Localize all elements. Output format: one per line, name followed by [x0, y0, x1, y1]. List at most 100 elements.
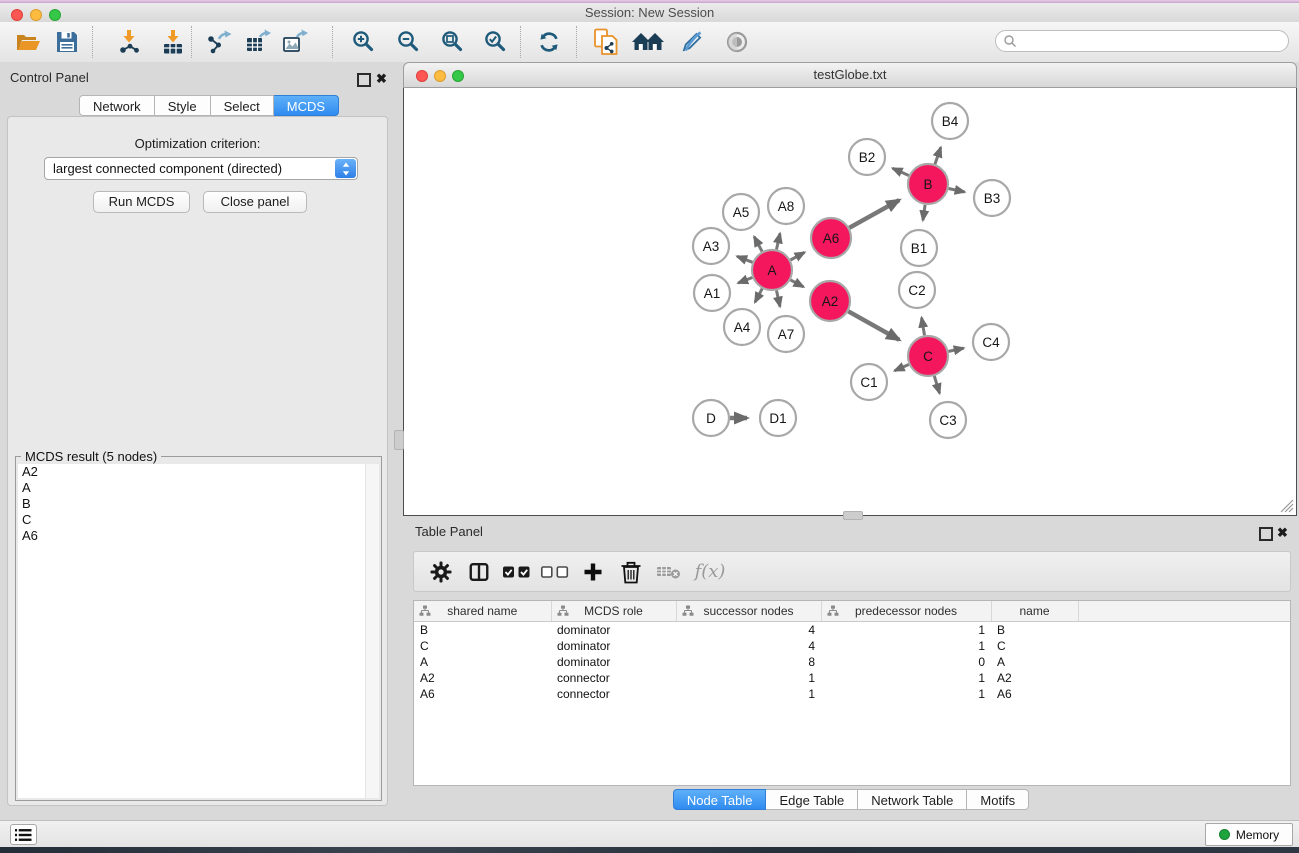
split-divider-handle-horizontal[interactable]: [843, 511, 863, 520]
graph-node-A5[interactable]: A5: [723, 194, 759, 230]
graph-edge-B-B2[interactable]: [893, 168, 909, 175]
criterion-select[interactable]: largest connected component (directed): [44, 157, 358, 180]
graph-node-A[interactable]: A: [752, 250, 792, 290]
task-history-button[interactable]: [10, 824, 37, 845]
graph-edge-A-A5[interactable]: [754, 237, 762, 252]
graph-node-B2[interactable]: B2: [849, 139, 885, 175]
graph-node-A2[interactable]: A2: [810, 281, 850, 321]
graph-node-B3[interactable]: B3: [974, 180, 1010, 216]
hide-labels-icon[interactable]: [674, 24, 710, 60]
search-input[interactable]: [1017, 34, 1288, 48]
graph-node-D[interactable]: D: [693, 400, 729, 436]
close-panel-button[interactable]: Close panel: [203, 191, 307, 213]
open-folder-icon[interactable]: [10, 24, 46, 60]
graph-node-B[interactable]: B: [908, 164, 948, 204]
graph-edge-C-C4[interactable]: [949, 348, 964, 351]
graph-node-C3[interactable]: C3: [930, 402, 966, 438]
export-network-icon[interactable]: [201, 24, 237, 60]
graph-node-C2[interactable]: C2: [899, 272, 935, 308]
graph-node-B1[interactable]: B1: [901, 230, 937, 266]
graph-node-B4[interactable]: B4: [932, 103, 968, 139]
table-panel-float-icon[interactable]: [1259, 527, 1273, 541]
column-header-mcds-role[interactable]: MCDS role: [551, 601, 676, 621]
deselect-all-rows-icon[interactable]: [536, 557, 574, 587]
export-table-icon[interactable]: [240, 24, 276, 60]
column-header-successor-nodes[interactable]: successor nodes: [676, 601, 821, 621]
graph-edge-A-A3[interactable]: [737, 256, 752, 262]
graph-edge-A6-B[interactable]: [849, 200, 899, 228]
apply-layout-refresh-icon[interactable]: [531, 24, 567, 60]
mcds-result-list[interactable]: A2ABCA6: [18, 464, 379, 798]
table-row[interactable]: Adominator80A: [414, 654, 1290, 670]
zoom-traffic-light[interactable]: [49, 9, 61, 21]
graph-edge-A-A7[interactable]: [777, 291, 781, 307]
graph-node-A4[interactable]: A4: [724, 309, 760, 345]
graph-edge-A-A2[interactable]: [791, 280, 804, 287]
node-table[interactable]: shared name MCDS role successor nodes pr…: [413, 600, 1291, 786]
control-panel-close-icon[interactable]: ✖: [376, 72, 387, 86]
column-header-predecessor-nodes[interactable]: predecessor nodes: [821, 601, 991, 621]
graph-edge-C-C1[interactable]: [895, 365, 909, 371]
graph-node-A7[interactable]: A7: [768, 316, 804, 352]
close-traffic-light[interactable]: [11, 9, 23, 21]
home-icon[interactable]: [630, 24, 666, 60]
graph-edge-A-A1[interactable]: [738, 278, 752, 284]
table-row[interactable]: A2connector11A2: [414, 670, 1290, 686]
zoom-out-icon[interactable]: [391, 24, 427, 60]
save-icon[interactable]: [49, 24, 85, 60]
show-graphics-details-eye-icon[interactable]: [719, 24, 755, 60]
result-list-item[interactable]: B: [18, 496, 379, 512]
show-column-icon[interactable]: [460, 557, 498, 587]
table-row[interactable]: A6connector11A6: [414, 686, 1290, 702]
tab-node-table[interactable]: Node Table: [673, 789, 767, 810]
column-header-shared-name[interactable]: shared name: [414, 601, 551, 621]
memory-button[interactable]: Memory: [1205, 823, 1293, 846]
zoom-in-icon[interactable]: [346, 24, 382, 60]
select-all-rows-icon[interactable]: [498, 557, 536, 587]
network-close-traffic-light[interactable]: [416, 70, 428, 82]
import-table-icon[interactable]: [155, 24, 191, 60]
network-zoom-traffic-light[interactable]: [452, 70, 464, 82]
graph-node-A6[interactable]: A6: [811, 218, 851, 258]
tab-select[interactable]: Select: [211, 95, 274, 116]
tab-network[interactable]: Network: [79, 95, 155, 116]
import-network-icon[interactable]: [111, 24, 147, 60]
graph-edge-C-C2[interactable]: [922, 318, 925, 336]
table-row[interactable]: Cdominator41C: [414, 638, 1290, 654]
graph-edge-C-C3[interactable]: [934, 376, 939, 393]
run-mcds-button[interactable]: Run MCDS: [93, 191, 190, 213]
split-divider-handle-vertical[interactable]: [394, 430, 404, 450]
graph-edge-B-B4[interactable]: [935, 147, 941, 164]
result-list-item[interactable]: A2: [18, 464, 379, 480]
network-from-clipboard-icon[interactable]: [588, 24, 624, 60]
graph-node-C1[interactable]: C1: [851, 364, 887, 400]
graph-node-A3[interactable]: A3: [693, 228, 729, 264]
add-column-icon[interactable]: [574, 557, 612, 587]
graph-node-A1[interactable]: A1: [694, 275, 730, 311]
zoom-selected-icon[interactable]: [478, 24, 514, 60]
table-row[interactable]: Bdominator41B: [414, 621, 1290, 638]
function-builder-icon[interactable]: f(x): [688, 557, 726, 587]
graph-node-D1[interactable]: D1: [760, 400, 796, 436]
result-list-item[interactable]: C: [18, 512, 379, 528]
tab-edge-table[interactable]: Edge Table: [766, 789, 858, 810]
network-canvas[interactable]: B4 B2 B B3 B1 A5 A8 A6 A3 A A1 A4 A7: [403, 88, 1297, 516]
network-minimize-traffic-light[interactable]: [434, 70, 446, 82]
graph-edge-A-A6[interactable]: [791, 252, 805, 260]
graph-edge-B-B1[interactable]: [923, 205, 925, 221]
network-window-titlebar[interactable]: testGlobe.txt: [403, 62, 1297, 88]
window-resize-grip[interactable]: [1280, 499, 1294, 513]
tab-style[interactable]: Style: [155, 95, 211, 116]
table-panel-close-icon[interactable]: ✖: [1277, 526, 1288, 540]
delete-column-trash-icon[interactable]: [612, 557, 650, 587]
table-options-gear-icon[interactable]: [422, 557, 460, 587]
graph-edge-B-B3[interactable]: [949, 189, 965, 193]
export-image-icon[interactable]: [277, 24, 313, 60]
column-header-name[interactable]: name: [991, 601, 1078, 621]
result-list-scrollbar[interactable]: [365, 464, 379, 798]
tab-motifs[interactable]: Motifs: [967, 789, 1029, 810]
control-panel-float-icon[interactable]: [357, 73, 371, 87]
graph-node-A8[interactable]: A8: [768, 188, 804, 224]
result-list-item[interactable]: A: [18, 480, 379, 496]
graph-node-C4[interactable]: C4: [973, 324, 1009, 360]
